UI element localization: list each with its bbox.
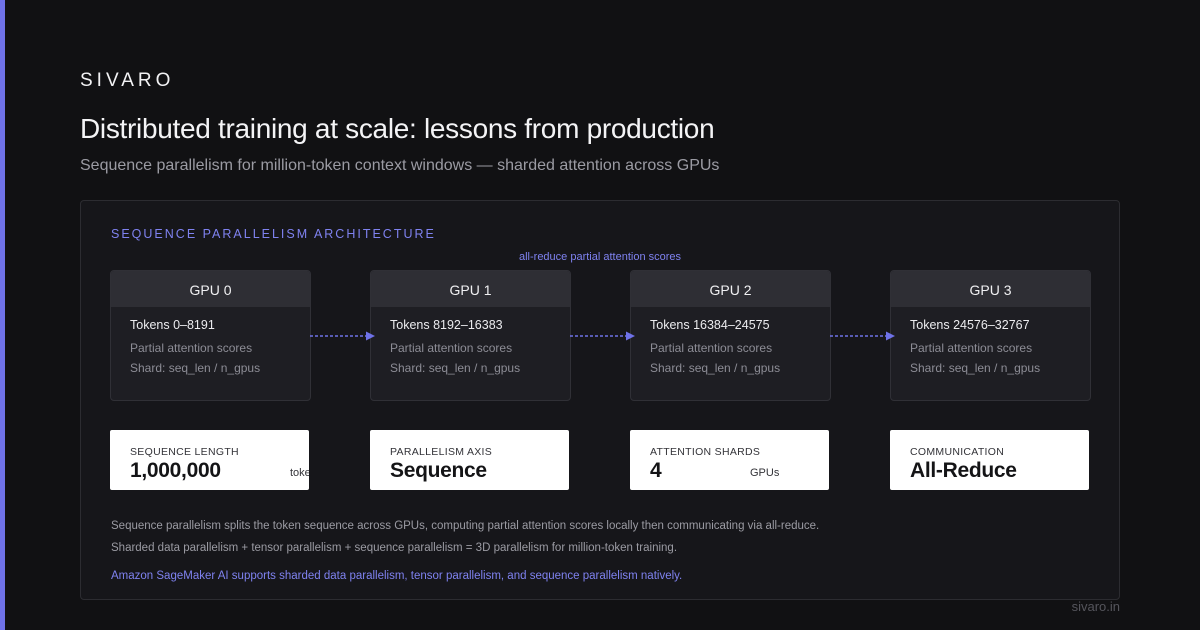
stat-value: 4 [650, 459, 662, 482]
accent-bar [0, 0, 5, 630]
gpu-node-3: GPU 3 Tokens 24576–32767 Partial attenti… [890, 270, 1091, 401]
gpu-node-0: GPU 0 Tokens 0–8191 Partial attention sc… [110, 270, 311, 401]
page-subtitle: Sequence parallelism for million-token c… [80, 157, 720, 174]
accent-note: Amazon SageMaker AI supports sharded dat… [111, 570, 683, 582]
arrow-icon [830, 331, 895, 341]
gpu-detail: Partial attention scores [130, 341, 253, 355]
stat-card-parallelism-axis: PARALLELISM AXIS Sequence [370, 430, 569, 490]
gpu-node-1: GPU 1 Tokens 8192–16383 Partial attentio… [370, 270, 571, 401]
stat-card-communication: COMMUNICATION All-Reduce [890, 430, 1089, 490]
gpu-node-title: GPU 2 [631, 271, 830, 307]
arrow-icon [570, 331, 635, 341]
stat-unit: GPUs [750, 467, 780, 479]
stat-value: 1,000,000 [130, 459, 221, 482]
gpu-node-title: GPU 3 [891, 271, 1090, 307]
brand-logo: SIVARO [80, 70, 175, 91]
gpu-node-title: GPU 1 [371, 271, 570, 307]
note-line: Sharded data parallelism + tensor parall… [111, 542, 678, 554]
stat-value: All-Reduce [910, 459, 1017, 482]
gpu-detail: Partial attention scores [910, 341, 1033, 355]
section-label: SEQUENCE PARALLELISM ARCHITECTURE [111, 227, 436, 241]
gpu-token-range: Tokens 8192–16383 [390, 318, 503, 332]
stat-unit: tokens [290, 467, 309, 479]
stat-label: ATTENTION SHARDS [650, 446, 761, 458]
gpu-node-title: GPU 0 [111, 271, 310, 307]
stat-card-attention-shards: ATTENTION SHARDS 4 GPUs [630, 430, 829, 490]
stat-label: COMMUNICATION [910, 446, 1005, 458]
page-title: Distributed training at scale: lessons f… [80, 113, 715, 144]
gpu-detail: Partial attention scores [650, 341, 773, 355]
gpu-token-range: Tokens 16384–24575 [650, 318, 770, 332]
stat-label: SEQUENCE LENGTH [130, 446, 239, 458]
footer-url: sivaro.in [1071, 599, 1120, 614]
gpu-token-range: Tokens 0–8191 [130, 318, 215, 332]
allreduce-label: all-reduce partial attention scores [518, 251, 682, 263]
gpu-shard: Shard: seq_len / n_gpus [390, 361, 521, 375]
stat-value: Sequence [390, 459, 487, 482]
gpu-shard: Shard: seq_len / n_gpus [650, 361, 781, 375]
gpu-shard: Shard: seq_len / n_gpus [910, 361, 1041, 375]
stat-label: PARALLELISM AXIS [390, 446, 493, 458]
gpu-token-range: Tokens 24576–32767 [910, 318, 1030, 332]
gpu-detail: Partial attention scores [390, 341, 513, 355]
gpu-shard: Shard: seq_len / n_gpus [130, 361, 261, 375]
stat-card-sequence-length: SEQUENCE LENGTH 1,000,000 tokens [110, 430, 309, 490]
note-line: Sequence parallelism splits the token se… [111, 520, 820, 532]
gpu-node-2: GPU 2 Tokens 16384–24575 Partial attenti… [630, 270, 831, 401]
arrow-icon [310, 331, 375, 341]
architecture-panel: SEQUENCE PARALLELISM ARCHITECTURE all-re… [80, 200, 1120, 600]
